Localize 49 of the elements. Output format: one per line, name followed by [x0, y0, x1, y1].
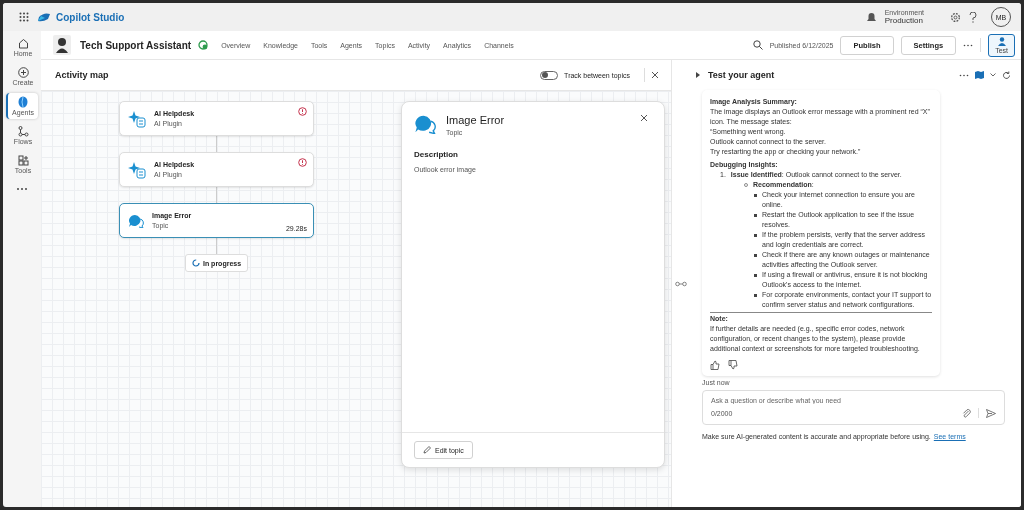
app-name: Copilot Studio: [56, 11, 125, 23]
plus-icon: [17, 67, 29, 78]
bullet-icon: [744, 183, 748, 187]
bullet-icon: [754, 194, 757, 197]
resize-handle-icon[interactable]: [675, 280, 687, 287]
agent-name: Tech Support Assistant: [80, 39, 192, 51]
agents-icon: [17, 96, 29, 108]
send-icon[interactable]: [986, 408, 996, 418]
search-icon[interactable]: [752, 40, 763, 50]
more-icon[interactable]: [963, 43, 974, 47]
sparkle-icon: [128, 109, 146, 128]
close-icon[interactable]: [640, 114, 648, 122]
bullet-icon: [754, 254, 757, 257]
logo-icon: [37, 11, 51, 23]
map-icon[interactable]: [975, 71, 984, 79]
bullet-icon: [754, 234, 757, 237]
app-launcher-icon[interactable]: [19, 12, 29, 22]
sparkle-icon: [128, 160, 146, 179]
detail-title: Image Error: [446, 114, 505, 126]
chat-bubbles-icon: [414, 114, 436, 134]
collapse-icon[interactable]: [696, 72, 700, 78]
bullet-icon: [754, 294, 757, 297]
settings-icon[interactable]: [950, 11, 961, 23]
more-icon[interactable]: [16, 187, 28, 191]
thumbs-down-icon[interactable]: [728, 360, 738, 370]
status-icon: [198, 40, 209, 50]
flows-icon: [17, 126, 29, 137]
attach-icon[interactable]: [962, 408, 971, 418]
chevron-down-icon[interactable]: [990, 73, 996, 77]
refresh-icon[interactable]: [1002, 70, 1011, 80]
error-icon: [298, 158, 307, 167]
help-icon[interactable]: [969, 11, 977, 23]
bullet-icon: [754, 274, 757, 277]
panel-title: Test your agent: [708, 70, 775, 80]
spinner-icon: [191, 259, 200, 267]
thumbs-up-icon[interactable]: [710, 360, 720, 370]
close-icon[interactable]: [651, 71, 659, 79]
home-icon: [17, 38, 29, 49]
more-icon[interactable]: [959, 73, 969, 77]
bullet-icon: [754, 214, 757, 217]
agent-avatar-icon: [53, 35, 71, 55]
panel-title: Activity map: [55, 70, 109, 80]
error-icon: [298, 107, 307, 116]
section-label: Description: [414, 150, 459, 159]
environment-name[interactable]: Production: [884, 16, 924, 25]
chat-bubbles-icon: [128, 213, 144, 228]
tools-icon: [17, 155, 29, 166]
person-icon: [997, 36, 1006, 46]
pencil-icon: [423, 446, 431, 454]
